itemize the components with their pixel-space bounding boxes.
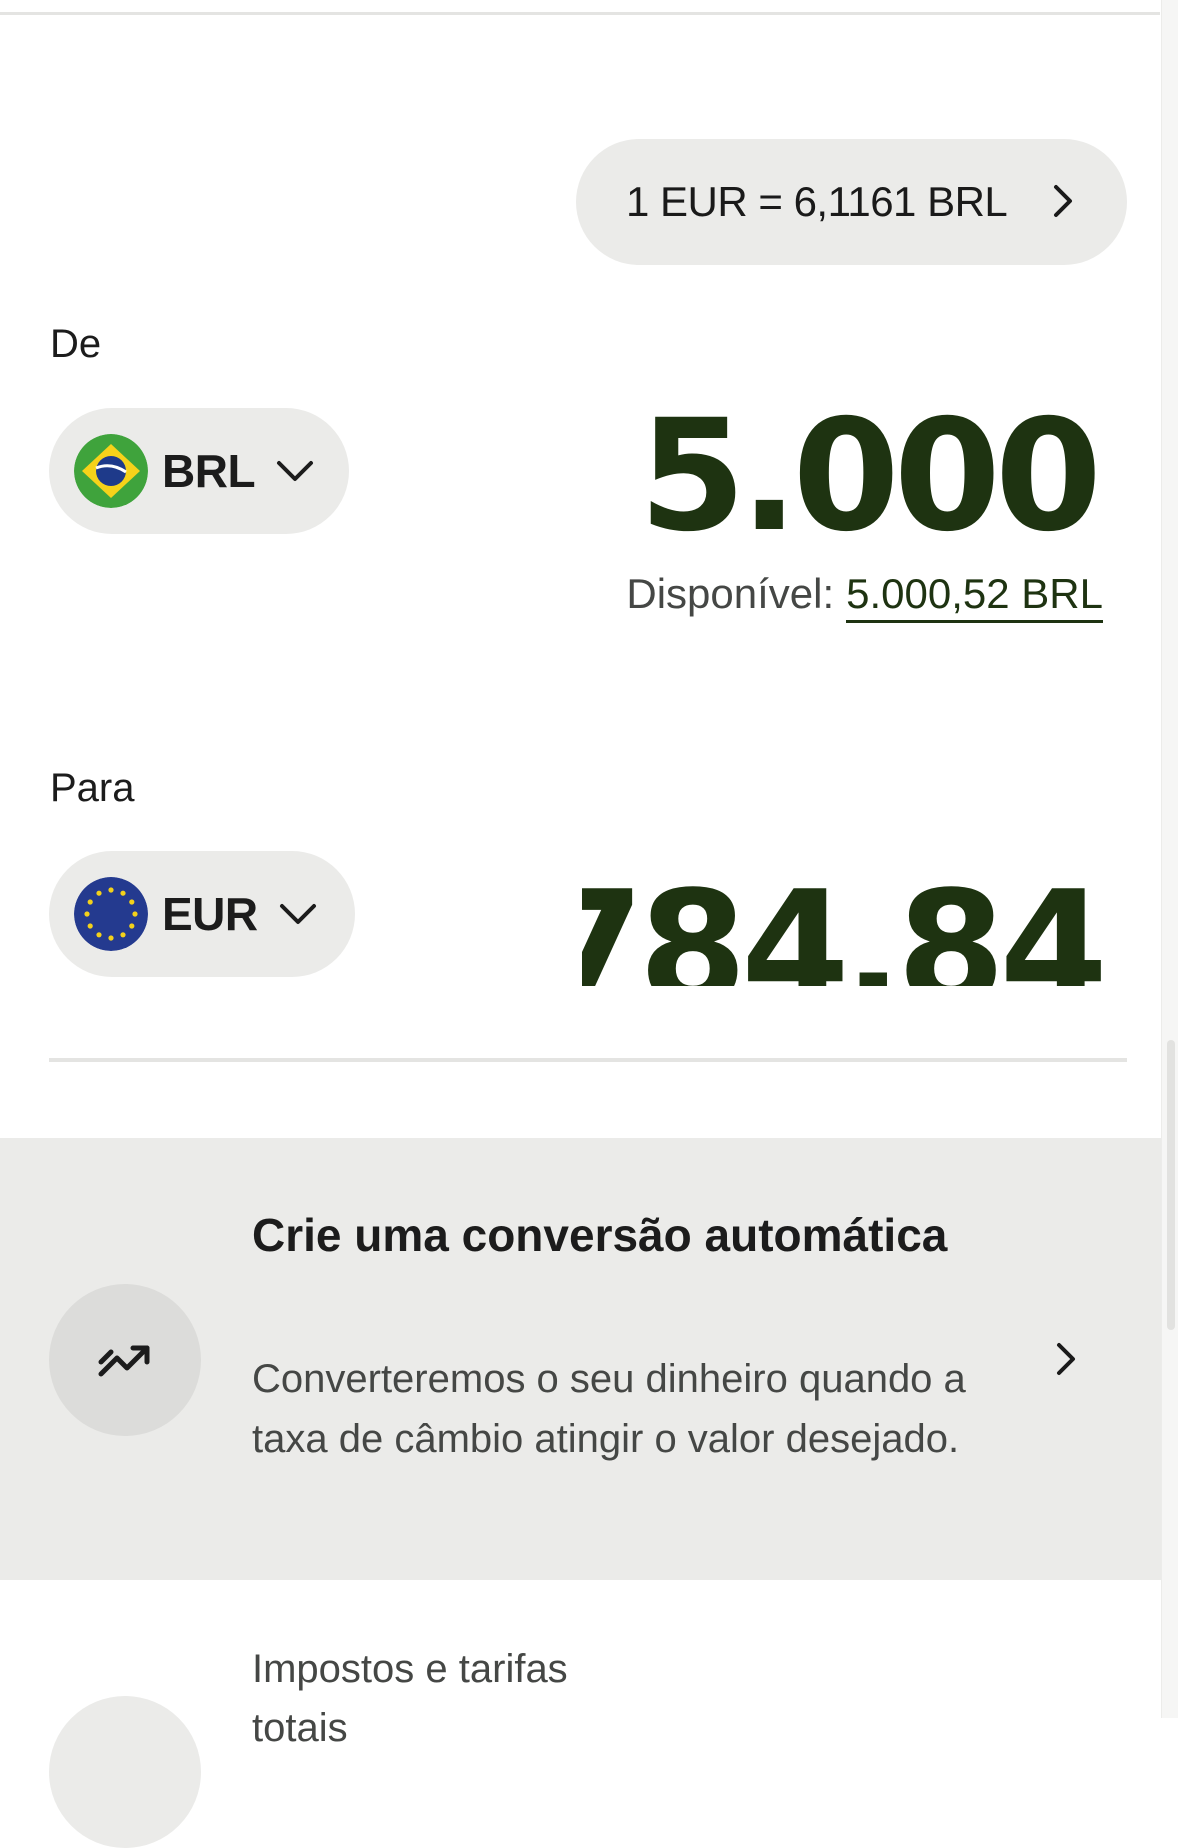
chevron-down-icon	[277, 461, 314, 481]
section-divider	[49, 1058, 1127, 1062]
auto-conversion-card[interactable]: Crie uma conversão automática Convertere…	[0, 1138, 1162, 1580]
auto-conversion-icon-wrapper	[49, 1284, 201, 1436]
auto-conversion-description: Converteremos o seu dinheiro quando a ta…	[252, 1357, 966, 1461]
to-currency-code: EUR	[162, 888, 258, 940]
scrollbar-thumb[interactable]	[1167, 1040, 1175, 1330]
auto-conversion-title: Crie uma conversão automática	[252, 1209, 948, 1261]
available-balance-link[interactable]: 5.000,52 BRL	[846, 570, 1103, 623]
to-amount-container: 784,84	[582, 870, 1102, 986]
from-currency-code: BRL	[162, 445, 256, 497]
top-divider	[0, 0, 1160, 15]
to-amount-input[interactable]: 784,84	[582, 870, 1102, 986]
chevron-right-icon	[1057, 1343, 1075, 1375]
fees-label[interactable]: Impostos e tarifas	[252, 1647, 568, 1692]
exchange-rate-label: 1 EUR = 6,1161 BRL	[626, 178, 1008, 225]
chevron-right-icon	[1054, 185, 1072, 217]
chevron-down-icon	[279, 904, 316, 924]
available-label: Disponível:	[626, 570, 835, 617]
exchange-rate-button[interactable]: 1 EUR = 6,1161 BRL	[576, 139, 1127, 265]
available-balance: Disponível: 5.000,52 BRL	[626, 570, 1103, 623]
from-label: De	[50, 322, 102, 366]
fees-icon-wrapper	[49, 1696, 201, 1848]
trending-up-icon	[98, 1345, 150, 1377]
from-amount-input[interactable]: 5.000	[639, 400, 1102, 554]
from-currency-selector[interactable]: BRL	[49, 408, 349, 534]
fees-label-continuation: totais	[252, 1706, 348, 1750]
to-currency-selector[interactable]: EUR	[49, 851, 355, 977]
brazil-flag-icon	[74, 434, 148, 508]
eu-flag-icon	[74, 877, 148, 951]
to-label: Para	[50, 766, 135, 810]
scrollbar-track[interactable]	[1161, 0, 1178, 1718]
